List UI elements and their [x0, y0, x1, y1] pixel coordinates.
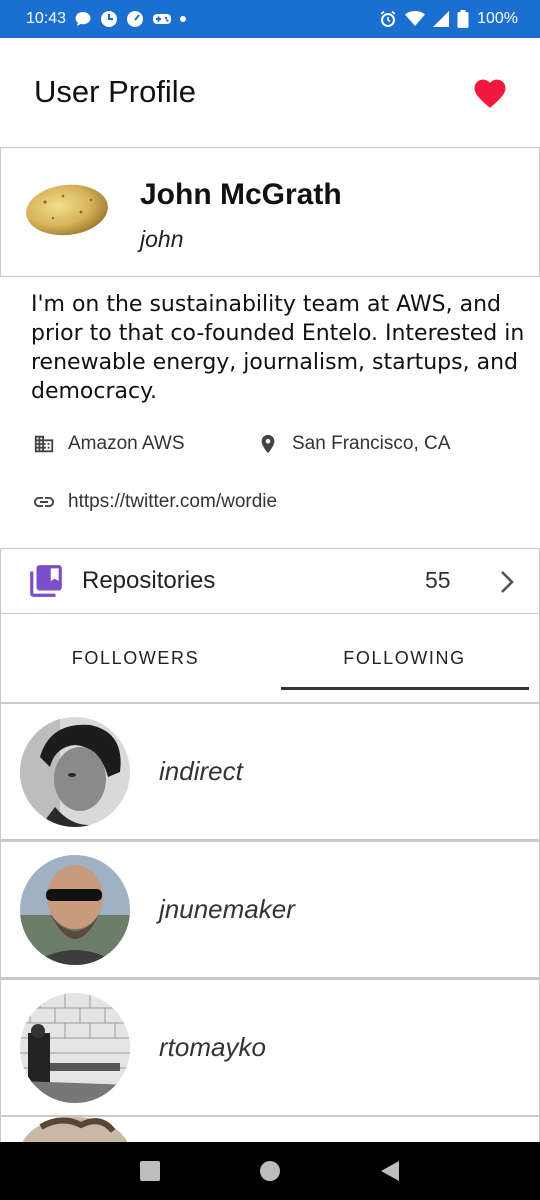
list-item[interactable]: jnunemaker — [0, 840, 540, 978]
home-button[interactable] — [250, 1151, 290, 1191]
chevron-right-icon — [497, 569, 517, 600]
tab-followers[interactable]: FOLLOWERS — [1, 614, 270, 702]
following-login: jnunemaker — [159, 894, 295, 924]
profile-names: John McGrath john — [140, 178, 342, 253]
avatar — [23, 182, 111, 238]
list-item[interactable]: indirect — [0, 702, 540, 840]
page-title: User Profile — [34, 74, 196, 109]
speed-icon — [126, 10, 144, 28]
company-row: Amazon AWS — [32, 432, 185, 456]
recents-button[interactable] — [130, 1151, 170, 1191]
username: john — [140, 226, 184, 252]
home-circle-icon — [260, 1161, 280, 1181]
system-nav-bar — [0, 1142, 540, 1200]
back-triangle-icon — [381, 1161, 399, 1181]
wifi-icon — [405, 11, 426, 27]
list-item-partial[interactable] — [0, 1116, 540, 1142]
app-badge-icon — [100, 10, 118, 28]
back-button[interactable] — [370, 1151, 410, 1191]
app-header: User Profile — [0, 38, 540, 146]
status-time: 10:43 — [26, 10, 67, 27]
recents-square-icon — [140, 1161, 160, 1181]
tab-selected-indicator — [281, 687, 529, 690]
avatar — [20, 855, 130, 965]
status-left: 10:43 — [26, 10, 187, 28]
following-login: rtomayko — [159, 1032, 266, 1062]
location-row: San Francisco, CA — [256, 432, 450, 456]
following-list: indirect jnunemaker rtomayko — [0, 702, 540, 1116]
alarm-icon — [379, 10, 397, 28]
follow-tabs: FOLLOWERS FOLLOWING — [0, 614, 540, 702]
favorite-button[interactable] — [468, 70, 512, 114]
signal-icon — [433, 11, 450, 27]
avatar — [20, 993, 130, 1103]
notification-dot-icon — [180, 16, 187, 22]
status-bar: 10:43 100% — [0, 0, 540, 38]
building-icon — [32, 432, 56, 456]
battery-icon — [457, 10, 469, 28]
profile-card: John McGrath john — [0, 147, 540, 277]
gamepad-icon — [152, 11, 172, 27]
repositories-label: Repositories — [82, 567, 216, 594]
status-right: 100% — [379, 10, 518, 28]
full-name: John McGrath — [140, 178, 342, 211]
bio-text: I'm on the sustainability team at AWS, a… — [31, 292, 525, 404]
repositories-row[interactable]: Repositories 55 — [0, 548, 540, 614]
website-row[interactable]: https://twitter.com/wordie — [32, 490, 277, 514]
company-text: Amazon AWS — [68, 433, 185, 454]
chat-bubble-icon — [74, 10, 92, 28]
following-login: indirect — [159, 756, 243, 786]
location-pin-icon — [256, 432, 280, 456]
heart-icon — [474, 79, 506, 108]
list-item[interactable]: rtomayko — [0, 978, 540, 1116]
location-text: San Francisco, CA — [292, 433, 451, 454]
battery-percent: 100% — [477, 10, 518, 27]
repositories-count: 55 — [425, 567, 451, 593]
website-link[interactable]: https://twitter.com/wordie — [68, 491, 277, 513]
link-icon — [32, 490, 56, 514]
avatar — [20, 717, 130, 827]
avatar — [22, 1117, 128, 1142]
repositories-book-icon — [27, 562, 65, 605]
